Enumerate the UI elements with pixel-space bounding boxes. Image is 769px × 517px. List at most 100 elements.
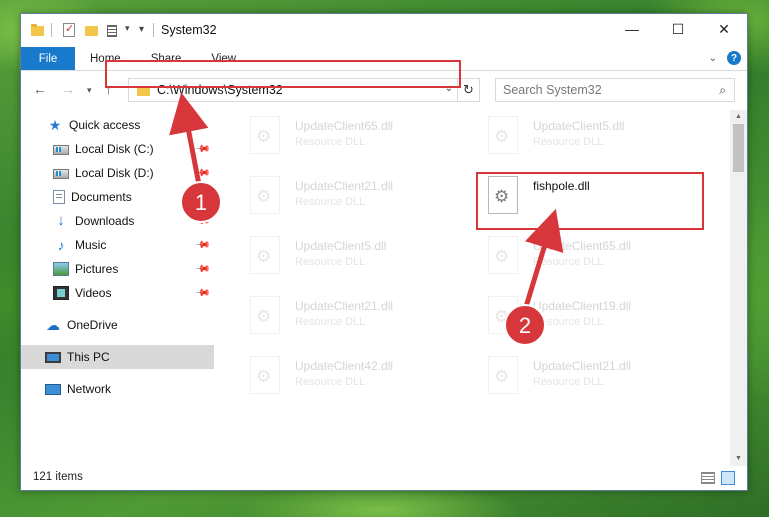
chevron-down-icon[interactable]: ▾ xyxy=(125,23,130,34)
ribbon-right-controls: ⌄ ? xyxy=(709,51,741,65)
file-item[interactable]: UpdateClient65.dll Resource DLL xyxy=(241,112,461,160)
pin-icon[interactable]: 📌 xyxy=(193,285,210,302)
sidebar-item-local-disk-d[interactable]: Local Disk (D:) 📌 xyxy=(21,161,214,185)
sidebar-item-pictures[interactable]: Pictures 📌 xyxy=(21,257,214,281)
navigation-pane: ★ Quick access Local Disk (C:) 📌 Local D… xyxy=(21,110,221,466)
maximize-button[interactable]: ☐ xyxy=(655,14,701,44)
title-bar: ▾ ▾ System32 — ☐ ✕ xyxy=(21,14,747,47)
file-name: UpdateClient5.dll xyxy=(295,239,387,253)
search-icon[interactable]: ⌕ xyxy=(719,83,726,98)
scrollbar-thumb[interactable] xyxy=(733,124,744,172)
dll-file-icon xyxy=(250,236,280,274)
sidebar-item-downloads[interactable]: ↓ Downloads 📌 xyxy=(21,209,214,233)
star-icon: ★ xyxy=(48,117,62,133)
download-icon: ↓ xyxy=(57,212,65,229)
status-bar: 121 items xyxy=(21,466,747,490)
pin-icon[interactable]: 📌 xyxy=(193,141,210,158)
file-type: Resource DLL xyxy=(533,376,604,388)
file-name: UpdateClient65.dll xyxy=(533,239,632,253)
back-arrow-icon[interactable]: ← xyxy=(33,81,47,97)
properties-icon[interactable] xyxy=(63,22,75,37)
file-item[interactable]: UpdateClient19.dll Resource DLL xyxy=(479,292,699,340)
file-list: UpdateClient65.dll Resource DLL UpdateCl… xyxy=(233,110,733,466)
divider xyxy=(153,23,154,37)
drive-icon xyxy=(53,169,69,179)
pin-icon[interactable]: 📌 xyxy=(193,213,210,230)
sidebar-item-label: This PC xyxy=(67,350,110,364)
file-name: UpdateClient21.dll xyxy=(295,179,394,193)
new-folder-icon[interactable] xyxy=(85,23,99,37)
pictures-icon xyxy=(53,262,69,276)
dll-file-icon xyxy=(488,296,518,334)
sidebar-item-label: Downloads xyxy=(75,214,135,228)
cloud-icon: ☁ xyxy=(46,317,60,333)
file-type: Resource DLL xyxy=(295,256,366,268)
dll-file-icon xyxy=(488,356,518,394)
sidebar-item-label: Music xyxy=(75,238,107,252)
forward-arrow-icon[interactable]: → xyxy=(61,81,75,97)
dll-file-icon xyxy=(250,116,280,154)
details-view-icon[interactable] xyxy=(701,472,715,484)
sidebar-item-label: Local Disk (C:) xyxy=(75,142,154,156)
vertical-scrollbar[interactable]: ▲ ▼ xyxy=(730,110,747,466)
file-name: UpdateClient5.dll xyxy=(533,119,625,133)
file-type: Resource DLL xyxy=(295,136,366,148)
file-type: Resource DLL xyxy=(533,136,604,148)
minimize-button[interactable]: — xyxy=(609,14,655,44)
file-type: Resource DLL xyxy=(533,256,604,268)
sidebar-item-this-pc[interactable]: This PC xyxy=(21,345,214,369)
sidebar-item-label: Videos xyxy=(75,286,112,300)
close-button[interactable]: ✕ xyxy=(701,14,747,44)
sidebar-item-label: OneDrive xyxy=(67,318,118,332)
dll-file-icon xyxy=(488,116,518,154)
file-type: Resource DLL xyxy=(295,316,366,328)
sidebar-item-onedrive[interactable]: ☁ OneDrive xyxy=(21,313,214,337)
view-options-icon[interactable] xyxy=(107,23,123,37)
file-type: Resource DLL xyxy=(295,196,366,208)
file-name: UpdateClient21.dll xyxy=(533,359,632,373)
search-input[interactable]: Search System32 ⌕ xyxy=(495,78,735,102)
drive-icon xyxy=(53,145,69,155)
file-type: Resource DLL xyxy=(533,316,604,328)
sidebar-item-network[interactable]: Network xyxy=(21,377,214,401)
sidebar-item-music[interactable]: ♪ Music 📌 xyxy=(21,233,214,257)
sidebar-item-local-disk-c[interactable]: Local Disk (C:) 📌 xyxy=(21,137,214,161)
file-highlight xyxy=(476,172,704,230)
file-item[interactable]: UpdateClient42.dll Resource DLL xyxy=(241,352,461,400)
file-item[interactable]: UpdateClient21.dll Resource DLL xyxy=(241,172,461,220)
pin-icon[interactable]: 📌 xyxy=(193,237,210,254)
sidebar-item-documents[interactable]: Documents 📌 xyxy=(21,185,214,209)
divider xyxy=(51,23,52,37)
chevron-down-icon[interactable]: ⌄ xyxy=(709,53,717,64)
folder-icon[interactable] xyxy=(31,23,45,37)
pin-icon[interactable]: 📌 xyxy=(193,189,210,206)
sidebar-item-label: Quick access xyxy=(69,118,141,132)
scroll-up-icon[interactable]: ▲ xyxy=(730,110,747,124)
tab-file[interactable]: File xyxy=(21,47,75,70)
recent-locations-icon[interactable]: ▾ xyxy=(87,85,92,96)
file-item[interactable]: UpdateClient21.dll Resource DLL xyxy=(479,352,699,400)
customize-quick-access-icon[interactable]: ▾ xyxy=(139,24,144,35)
sidebar-item-label: Network xyxy=(67,382,112,396)
scroll-down-icon[interactable]: ▼ xyxy=(730,452,747,466)
sidebar-item-label: Local Disk (D:) xyxy=(75,166,154,180)
dll-file-icon xyxy=(488,236,518,274)
file-item[interactable]: UpdateClient5.dll Resource DLL xyxy=(241,232,461,280)
file-item[interactable]: UpdateClient21.dll Resource DLL xyxy=(241,292,461,340)
sidebar-item-videos[interactable]: Videos 📌 xyxy=(21,281,214,305)
sidebar-item-label: Documents xyxy=(71,190,132,204)
file-item[interactable]: UpdateClient5.dll Resource DLL xyxy=(479,112,699,160)
sidebar-item-quick-access[interactable]: ★ Quick access xyxy=(21,113,214,137)
large-icons-view-icon[interactable] xyxy=(721,471,735,485)
help-icon[interactable]: ? xyxy=(727,51,741,65)
pin-icon[interactable]: 📌 xyxy=(193,261,210,278)
search-placeholder: Search System32 xyxy=(503,83,602,97)
file-name: UpdateClient21.dll xyxy=(295,299,394,313)
dll-file-icon xyxy=(250,296,280,334)
pin-icon[interactable]: 📌 xyxy=(193,165,210,182)
documents-icon xyxy=(53,190,65,204)
network-icon xyxy=(45,383,61,395)
item-count: 121 items xyxy=(33,471,83,483)
file-type: Resource DLL xyxy=(295,376,366,388)
file-item[interactable]: UpdateClient65.dll Resource DLL xyxy=(479,232,699,280)
